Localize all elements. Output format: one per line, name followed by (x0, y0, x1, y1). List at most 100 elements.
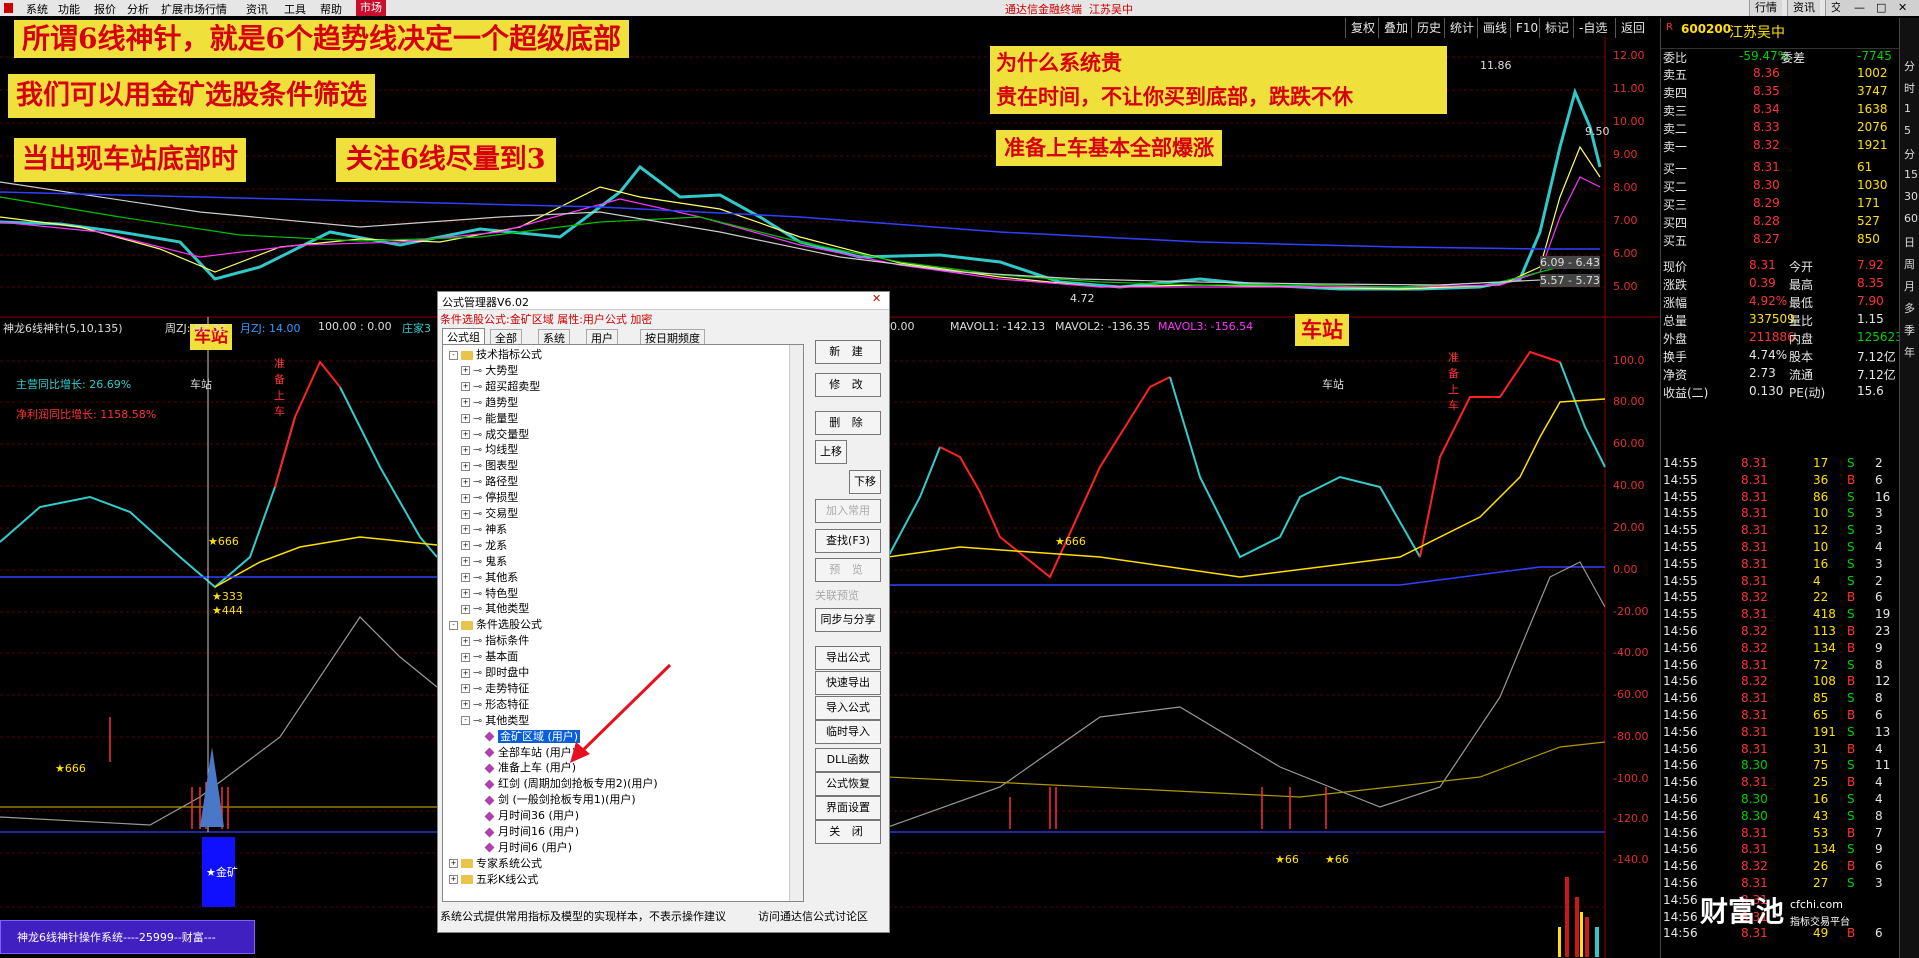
expand-icon[interactable]: + (461, 684, 470, 694)
tree-item[interactable]: 月时间36 (用户) (473, 808, 579, 823)
dialog-button-1[interactable]: 修 改 (815, 373, 881, 397)
dialog-button-15[interactable]: 公式恢复 (815, 772, 881, 796)
tab-zixun[interactable]: 资讯 (1787, 0, 1820, 16)
side-tab[interactable]: 1 (1904, 102, 1911, 115)
side-tab[interactable]: 分 (1904, 58, 1915, 74)
tree-scrollbar[interactable] (789, 345, 803, 901)
dialog-button-16[interactable]: 界面设置 (815, 796, 881, 820)
expand-icon[interactable]: + (461, 509, 470, 519)
tree-item[interactable]: + ⊸ 路径型 (461, 474, 518, 489)
tree-item[interactable]: + ⊸ 特色型 (461, 586, 518, 601)
tree-item[interactable]: + ⊸ 图表型 (461, 458, 518, 473)
collapse-icon[interactable]: - (449, 620, 458, 630)
tree-item[interactable]: + ⊸ 基本面 (461, 649, 518, 664)
collapse-icon[interactable]: - (461, 716, 470, 726)
menu-market[interactable]: 市场 (356, 0, 386, 16)
expand-icon[interactable]: + (461, 557, 470, 567)
formula-tree[interactable]: - 技术指标公式 + ⊸ 大势型 + ⊸ 超买超卖型 + ⊸ 趋势型 + ⊸ 能量型 + ⊸ 成交量型 + ⊸ 均线型… (442, 344, 804, 902)
menu-help[interactable]: 帮助 (320, 1, 342, 17)
tree-item[interactable]: + ⊸ 交易型 (461, 506, 518, 521)
menu-news[interactable]: 资讯 (246, 1, 268, 17)
dialog-button-9[interactable]: 同步与分享 (815, 608, 881, 632)
tree-item[interactable]: 红剑 (周期加剑抢板专用2)(用户) (473, 776, 658, 791)
expand-icon[interactable]: + (461, 541, 470, 551)
expand-icon[interactable]: + (449, 859, 458, 869)
expand-icon[interactable]: + (461, 414, 470, 424)
expand-icon[interactable]: + (461, 398, 470, 408)
side-tab[interactable]: 时 (1904, 80, 1915, 96)
menu-quote[interactable]: 报价 (94, 1, 116, 17)
tree-item[interactable]: + ⊸ 趋势型 (461, 395, 518, 410)
dialog-button-4[interactable]: 下移 (849, 470, 881, 494)
expand-icon[interactable]: + (461, 430, 470, 439)
menu-function[interactable]: 功能 (58, 1, 80, 17)
expand-icon[interactable]: + (461, 668, 470, 678)
tree-item[interactable]: + ⊸ 神系 (461, 522, 507, 537)
menu-analysis[interactable]: 分析 (127, 1, 149, 17)
tree-item[interactable]: + ⊸ 其他系 (461, 570, 518, 585)
dialog-button-11[interactable]: 快速导出 (815, 671, 881, 695)
side-tab[interactable]: 5 (1904, 124, 1911, 137)
dialog-button-6[interactable]: 查找(F3) (815, 529, 881, 553)
expand-icon[interactable]: + (461, 652, 470, 662)
expand-icon[interactable]: + (461, 445, 470, 455)
tree-item[interactable]: + ⊸ 能量型 (461, 411, 518, 426)
expand-icon[interactable]: + (461, 493, 470, 503)
side-tab[interactable]: 周 (1904, 256, 1915, 272)
side-tab[interactable]: 季 (1904, 322, 1915, 338)
side-tab[interactable]: 日 (1904, 234, 1915, 250)
dialog-button-3[interactable]: 上移 (815, 440, 847, 464)
tree-item[interactable]: 剑 (一般剑抢板专用1)(用户) (473, 792, 636, 807)
dialog-button-13[interactable]: 临时导入 (815, 720, 881, 744)
tree-item[interactable]: - 条件选股公式 (449, 617, 542, 632)
dialog-footer-link[interactable]: 访问通达信公式讨论区 (758, 908, 868, 924)
expand-icon[interactable]: + (461, 573, 470, 583)
expand-icon[interactable]: + (461, 461, 470, 471)
expand-icon[interactable]: + (461, 589, 470, 598)
tree-item[interactable]: + ⊸ 超买超卖型 (461, 379, 540, 394)
tree-item[interactable]: + ⊸ 形态特征 (461, 697, 529, 712)
expand-icon[interactable]: + (461, 525, 470, 535)
side-tab[interactable]: 多 (1904, 300, 1915, 316)
expand-icon[interactable]: + (461, 382, 470, 392)
side-tab[interactable]: 分 (1904, 146, 1915, 162)
expand-icon[interactable]: + (461, 700, 470, 710)
side-tab[interactable]: 15 (1904, 168, 1918, 181)
tree-item[interactable]: + ⊸ 大势型 (461, 363, 518, 378)
tree-item[interactable]: + ⊸ 停损型 (461, 490, 518, 505)
side-tab[interactable]: 60 (1904, 212, 1918, 225)
tree-item[interactable]: - ⊸ 其他类型 (461, 713, 529, 728)
menu-tools[interactable]: 工具 (284, 1, 306, 17)
dialog-button-17[interactable]: 关 闭 (815, 820, 881, 844)
tree-item[interactable]: + ⊸ 均线型 (461, 442, 518, 457)
tree-item[interactable]: 月时间16 (用户) (473, 824, 579, 839)
tree-item[interactable]: + ⊸ 即时盘中 (461, 665, 529, 680)
expand-icon[interactable]: + (461, 604, 470, 614)
side-tab[interactable]: 年 (1904, 344, 1915, 360)
indicator-name[interactable]: 神龙6线神针(5,10,135) (3, 320, 123, 336)
tree-item[interactable]: 月时间6 (用户) (473, 840, 572, 855)
tree-item[interactable]: + 专家系统公式 (449, 856, 542, 871)
dialog-button-0[interactable]: 新 建 (815, 340, 881, 364)
tab-formula-group[interactable]: 公式组 (442, 328, 485, 345)
expand-icon[interactable]: + (461, 366, 470, 376)
side-tab[interactable]: 30 (1904, 190, 1918, 203)
dialog-button-2[interactable]: 删 除 (815, 411, 881, 435)
tree-item[interactable]: + ⊸ 龙系 (461, 538, 507, 553)
tree-item[interactable]: + 五彩K线公式 (449, 872, 538, 887)
maximize-icon[interactable]: □ (1876, 1, 1886, 14)
expand-icon[interactable]: + (461, 477, 470, 487)
close-icon[interactable]: ✕ (1898, 1, 1907, 14)
dialog-button-10[interactable]: 导出公式 (815, 646, 881, 670)
tree-item[interactable]: + ⊸ 其他类型 (461, 601, 529, 616)
menu-ext-market[interactable]: 扩展市场行情 (161, 1, 227, 17)
expand-icon[interactable]: + (449, 875, 458, 885)
tree-item[interactable]: + ⊸ 指标条件 (461, 633, 529, 648)
tree-item[interactable]: + ⊸ 成交量型 (461, 427, 529, 442)
tree-item[interactable]: - 技术指标公式 (449, 347, 542, 362)
dialog-button-14[interactable]: DLL函数 (815, 748, 881, 772)
dialog-close-icon[interactable]: ✕ (872, 292, 881, 305)
tab-hangqing[interactable]: 行情 (1749, 0, 1782, 16)
menu-system[interactable]: 系统 (26, 1, 48, 17)
expand-icon[interactable]: + (461, 636, 470, 646)
